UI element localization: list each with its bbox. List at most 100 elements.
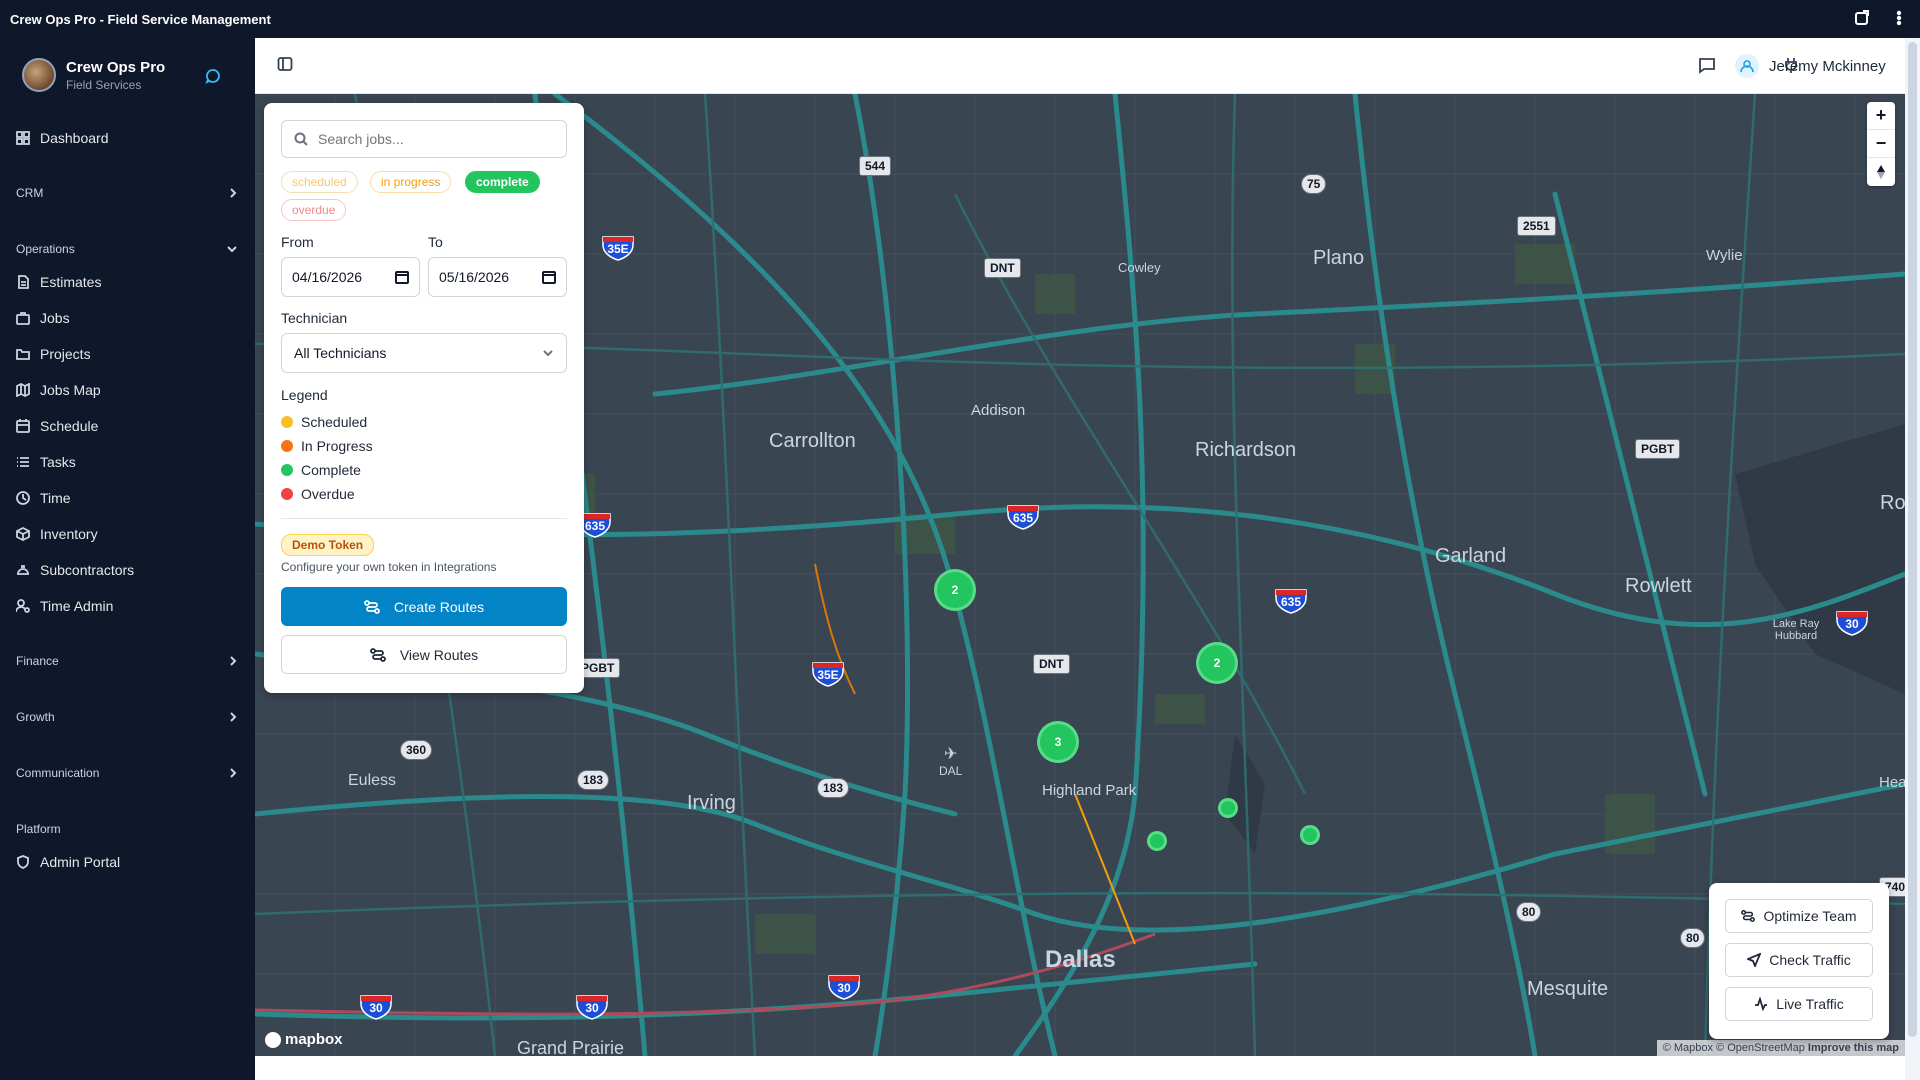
improve-map-link[interactable]: Improve this map [1808,1042,1899,1054]
sidebar-item-label: Time [40,490,71,506]
sidebar-group-operations[interactable]: Operations [16,242,238,256]
page-scrollbar[interactable] [1905,38,1920,1080]
job-marker[interactable] [1218,798,1238,818]
sidebar-item-label: Subcontractors [40,562,135,578]
sidebar-item-label: Projects [40,346,91,362]
token-hint: Configure your own token in Integrations [281,560,497,574]
sidebar-item-jobs[interactable]: Jobs [16,310,70,326]
calendar-icon[interactable] [542,270,556,284]
chevron-down-icon [227,246,237,253]
compass-reset-button[interactable] [1867,158,1895,186]
status-pill-complete[interactable]: complete [465,171,540,193]
sidebar-item-jobs-map[interactable]: Jobs Map [16,382,101,398]
user-avatar-icon [1735,54,1759,78]
more-menu-icon[interactable] [1896,10,1902,29]
map-city-label: Grand Prairie [517,1038,625,1056]
sidebar-group-growth[interactable]: Growth [16,710,238,724]
status-pill-in-progress[interactable]: in progress [370,171,452,193]
sidebar-group-communication[interactable]: Communication [16,766,238,780]
job-marker[interactable] [1147,831,1167,851]
search-input[interactable] [318,131,554,147]
job-cluster-marker[interactable]: 3 [1037,721,1079,763]
map-city-label: Richardson [1195,439,1297,461]
map-lake-label: Lake Ray Hubbard [1772,618,1820,642]
user-menu[interactable]: Jeremy Mckinney [1735,54,1886,78]
search-box[interactable] [281,120,567,158]
technician-select[interactable]: All Technicians [281,333,567,373]
sidebar-item-schedule[interactable]: Schedule [16,418,98,434]
chat-bubble-icon[interactable] [205,68,221,89]
interstate-shield: 30 [575,990,609,1020]
sidebar-group-label: CRM [16,186,44,200]
status-pill-scheduled[interactable]: scheduled [281,171,358,193]
scrollbar-thumb[interactable] [1908,42,1917,1037]
navigation-icon [1747,953,1762,967]
road-shield: 544 [859,156,892,176]
sidebar-item-dashboard[interactable]: Dashboard [16,130,109,146]
map-zoom-control: + − [1867,102,1895,186]
job-cluster-marker[interactable]: 2 [1196,642,1238,684]
map-city-label: Heath [1879,774,1905,791]
job-marker[interactable] [1300,825,1320,845]
from-date-input[interactable]: 04/16/2026 [281,257,420,297]
brand[interactable]: Crew Ops Pro Field Services [22,58,165,92]
to-date-input[interactable]: 05/16/2026 [428,257,567,297]
sidebar-item-inventory[interactable]: Inventory [16,526,98,542]
road-shield: 2551 [1517,216,1556,236]
road-shield: 75 [1301,174,1327,194]
live-traffic-button[interactable]: Live Traffic [1725,987,1873,1021]
list-icon [17,457,29,467]
create-routes-button[interactable]: Create Routes [281,587,567,626]
job-cluster-marker[interactable]: 2 [934,569,976,611]
map-city-label: Highland Park [1042,782,1137,799]
map-city-label: Wylie [1706,247,1743,264]
map-attribution[interactable]: © Mapbox © OpenStreetMap Improve this ma… [1656,1040,1905,1056]
extensions-icon[interactable] [1854,9,1870,29]
sidebar-group-crm[interactable]: CRM [16,186,238,200]
file-icon [18,275,29,289]
sidebar-group-finance[interactable]: Finance [16,654,238,668]
messages-icon[interactable] [1698,56,1716,79]
shield-icon [17,855,29,869]
sidebar-item-tasks[interactable]: Tasks [16,454,76,470]
clock-icon [16,491,30,505]
legend-item: Complete [281,462,361,478]
sidebar-item-estimates[interactable]: Estimates [16,274,101,290]
view-routes-button[interactable]: View Routes [281,635,567,674]
check-traffic-button[interactable]: Check Traffic [1725,943,1873,977]
brand-logo [22,58,56,92]
sidebar-item-projects[interactable]: Projects [16,346,91,362]
sidebar-toggle-icon[interactable] [277,56,293,77]
status-pill-overdue[interactable]: overdue [281,199,347,221]
chevron-down-icon [543,350,553,357]
sidebar-group-label: Platform [16,822,61,836]
sidebar-item-subcontractors[interactable]: Subcontractors [16,562,134,578]
sidebar-item-time[interactable]: Time [16,490,71,506]
to-label: To [428,234,443,250]
sidebar-item-time-admin[interactable]: Time Admin [16,598,113,614]
from-date-value: 04/16/2026 [292,269,363,285]
map-city-label: Garland [1435,545,1507,567]
sidebar-item-label: Time Admin [40,598,114,614]
dashboard-icon [16,131,30,145]
interstate-shield: 635 [1006,500,1040,530]
legend-swatch [281,488,293,500]
sidebar-item-label: Tasks [40,454,76,470]
user-name: Jeremy Mckinney [1769,57,1886,75]
road-shield: 80 [1680,928,1706,948]
map-city-label: Plano [1313,247,1365,269]
optimize-team-button[interactable]: Optimize Team [1725,899,1873,933]
zoom-out-button[interactable]: − [1867,130,1895,158]
mapbox-logo[interactable]: mapbox [265,1031,343,1048]
search-icon [294,132,308,146]
interstate-shield: 30 [827,970,861,1000]
calendar-icon[interactable] [395,270,409,284]
road-shield: DNT [984,258,1021,278]
legend-item: In Progress [281,438,373,454]
zoom-in-button[interactable]: + [1867,102,1895,130]
sidebar-group-label: Operations [16,242,75,256]
road-shield: 183 [817,778,850,798]
technician-selected: All Technicians [294,345,387,361]
sidebar-item-admin-portal[interactable]: Admin Portal [16,854,120,870]
legend-swatch [281,440,293,452]
